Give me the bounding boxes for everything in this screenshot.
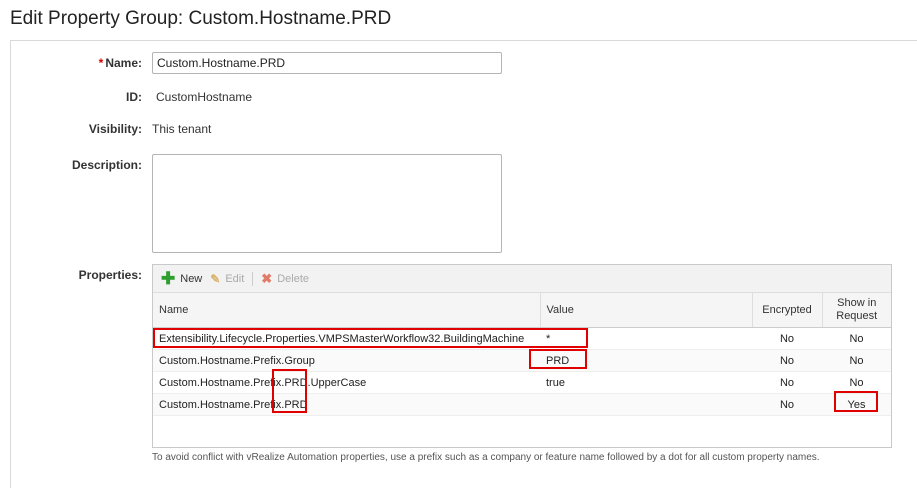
highlight-box-prd-prefix [272,369,307,413]
grid-toolbar: ✚ New ✎ Edit ✖ Delete [153,265,891,293]
column-header-value[interactable]: Value [540,293,753,328]
properties-table: Name Value Encrypted Show in Request Ext… [153,293,891,416]
delete-button[interactable]: ✖ Delete [261,270,309,286]
required-marker: * [98,56,104,70]
column-header-name[interactable]: Name [153,293,541,328]
highlight-box-building-machine [153,328,588,348]
id-value: CustomHostname [156,90,253,104]
table-row[interactable]: Custom.Hostname.Prefix.PRD.UpperCase tru… [153,371,891,394]
pencil-icon: ✎ [210,271,221,286]
property-name: Custom.Hostname.Prefix.Group [153,349,540,372]
description-textarea[interactable] [152,154,502,253]
properties-label: Properties: [78,268,142,282]
new-button[interactable]: ✚ New [161,268,202,288]
property-encrypted: No [752,327,822,350]
visibility-value: This tenant [152,122,212,136]
id-label: ID: [126,90,142,104]
property-encrypted: No [752,371,822,394]
page-title: Edit Property Group: Custom.Hostname.PRD [10,8,392,29]
table-row[interactable]: Custom.Hostname.Prefix.Group PRD No No [153,349,891,372]
property-show-in-request: No [822,327,891,350]
visibility-label: Visibility: [88,122,142,136]
column-header-show-in-request[interactable]: Show in Request [822,293,891,328]
name-input[interactable] [152,52,502,74]
property-value: true [540,371,752,394]
property-show-in-request: No [822,349,891,372]
properties-grid: ✚ New ✎ Edit ✖ Delete Name Value Encrypt… [152,264,892,448]
property-value [540,393,752,416]
property-name: Custom.Hostname.Prefix.PRD.UpperCase [153,371,540,394]
plus-icon: ✚ [161,268,176,288]
delete-x-icon: ✖ [261,270,273,286]
highlight-box-show-yes [834,391,878,412]
property-name: Custom.Hostname.Prefix.PRD [153,393,540,416]
highlight-box-prd-value [529,349,587,369]
property-encrypted: No [752,349,822,372]
name-label: * Name: [98,56,142,70]
table-header-row: Name Value Encrypted Show in Request [153,293,891,328]
column-header-encrypted[interactable]: Encrypted [752,293,823,328]
edit-button[interactable]: ✎ Edit [210,273,244,285]
table-row[interactable]: Custom.Hostname.Prefix.PRD No Yes [153,393,891,416]
footer-note: To avoid conflict with vRealize Automati… [152,452,820,463]
property-encrypted: No [752,393,822,416]
toolbar-divider [252,271,254,286]
description-label: Description: [71,158,142,172]
